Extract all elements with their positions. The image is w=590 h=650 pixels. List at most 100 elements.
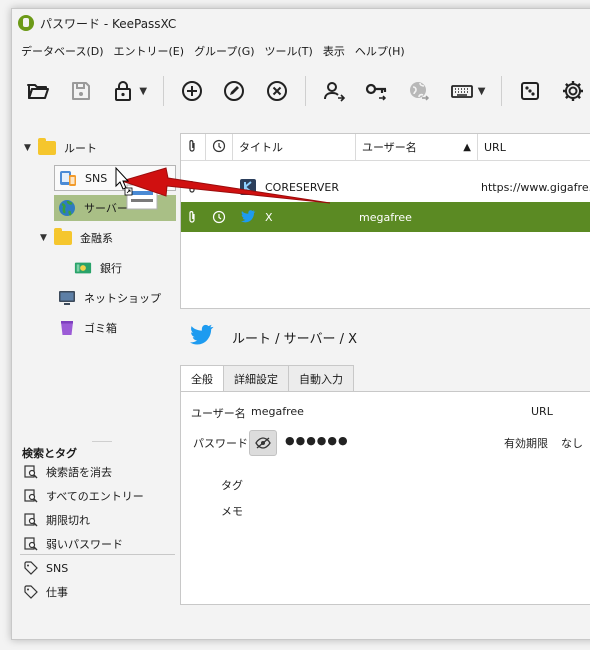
trash-icon [58,319,76,337]
url-label: URL [531,405,553,418]
delete-entry-button[interactable] [263,76,291,106]
username-value[interactable]: megafree [251,405,304,418]
toggle-password-visibility-button[interactable] [249,430,277,456]
tree-item-netshop[interactable]: ネットショップ [58,285,161,311]
delete-entry-icon [266,81,287,101]
column-header-expiry[interactable] [206,134,233,161]
search-item-label: 期限切れ [46,514,90,527]
search-all-entries-item[interactable]: すべてのエントリー [24,485,144,507]
column-header-attachment[interactable] [181,134,206,161]
column-header-label: ユーザー名 [362,141,417,154]
tags-label: タグ [221,479,243,492]
tab-autotype[interactable]: 自動入力 [288,365,354,391]
sort-ascending-icon: ▲ [463,141,471,153]
menubar: データベース(D) エントリー(E) グループ(G) ツール(T) 表示 ヘルプ… [12,39,590,63]
add-entry-button[interactable] [178,76,206,106]
tags-divider [20,554,175,555]
add-entry-icon [181,81,202,101]
menu-groups[interactable]: グループ(G) [189,43,259,59]
password-label: パスワード [193,437,248,450]
menu-view[interactable]: 表示 [318,43,350,59]
tree-item-sns[interactable]: SNS [54,165,176,191]
tag-icon [24,561,38,575]
copy-username-icon [324,82,346,102]
open-folder-icon [27,84,50,99]
titlebar: パスワード - KeePassXC [12,9,590,37]
toolbar-separator [305,76,307,106]
detail-tabs: 全般 詳細設定 自動入力 [180,365,354,391]
entry-title: CORESERVER [265,180,340,194]
banknote-icon [74,259,92,277]
entry-table: タイトル ユーザー名 ▲ URL CORESERVER https://www.… [180,133,590,309]
tree-item-label: ルート [64,142,97,155]
entry-url: https://www.gigafre... [481,180,590,194]
save-database-button[interactable] [66,76,94,106]
settings-button[interactable] [559,76,587,106]
expand-arrow-icon[interactable]: ▼ [40,233,54,243]
lock-database-button[interactable] [109,76,137,106]
password-generator-button[interactable] [516,76,544,106]
tree-item-label: 金融系 [80,232,113,245]
autotype-keyboard-icon [450,85,473,98]
toolbar-separator [501,76,503,106]
phone-tablet-icon [59,169,77,187]
copy-password-button[interactable] [362,76,390,106]
tree-item-label: 銀行 [100,262,122,275]
search-expired-item[interactable]: 期限切れ [24,509,90,531]
clock-icon [212,139,226,156]
copy-password-icon [365,83,386,101]
search-item-label: 検索語を消去 [46,466,112,479]
username-label: ユーザー名 [191,407,246,420]
toolbar-separator [162,76,164,106]
lock-icon [115,81,132,101]
entry-username: megafree [359,210,412,224]
coreserver-icon [239,172,257,202]
copy-username-button[interactable] [320,76,348,106]
column-header-url[interactable]: URL [478,134,590,161]
tag-icon [24,585,38,599]
folder-icon [38,138,56,155]
tree-item-root[interactable]: ▼ ルート [24,135,97,161]
tree-item-trash[interactable]: ゴミ箱 [58,315,117,341]
menu-help[interactable]: ヘルプ(H) [350,43,410,59]
menu-entries[interactable]: エントリー(E) [109,43,190,59]
edit-entry-button[interactable] [220,76,248,106]
open-url-button[interactable] [405,76,433,106]
tree-item-bank[interactable]: 銀行 [74,255,122,281]
keepassxc-window: パスワード - KeePassXC データベース(D) エントリー(E) グルー… [11,8,590,640]
search-weak-passwords-item[interactable]: 弱いパスワード [24,533,123,555]
column-header-username[interactable]: ユーザー名 ▲ [356,134,478,161]
group-tree: ▼ ルート SNS サーバー ▼ 金融系 銀行 ネットショップ ゴミ箱 [12,123,177,423]
folder-icon [54,228,72,245]
tree-item-server[interactable]: サーバー [54,195,176,221]
paperclip-icon [187,172,197,202]
lock-dropdown-caret-icon[interactable]: ▼ [139,86,148,97]
tag-item-sns[interactable]: SNS [24,557,68,579]
password-generator-icon [521,82,540,100]
menu-database[interactable]: データベース(D) [16,43,109,59]
tab-general[interactable]: 全般 [180,365,224,391]
password-value[interactable]: ●●●●●● [285,434,349,447]
autotype-button[interactable] [447,76,475,106]
entry-path: ルート / サーバー / X [232,331,358,347]
open-database-button[interactable] [24,76,52,106]
column-header-title[interactable]: タイトル [233,134,356,161]
tree-item-label: SNS [85,171,108,185]
panel-splitter[interactable] [92,441,112,442]
tag-item-label: 仕事 [46,586,68,599]
paperclip-icon [187,202,197,232]
tag-item-work[interactable]: 仕事 [24,581,68,603]
tab-advanced[interactable]: 詳細設定 [223,365,289,391]
table-row[interactable]: CORESERVER https://www.gigafre... [181,172,590,202]
table-row-selected[interactable]: X megafree [181,202,590,232]
saved-search-icon [24,537,38,551]
search-clear-item[interactable]: 検索語を消去 [24,461,112,483]
tree-item-finance[interactable]: ▼ 金融系 [40,225,113,251]
menu-tools[interactable]: ツール(T) [260,43,318,59]
autotype-dropdown-caret-icon[interactable]: ▼ [478,86,487,97]
clock-icon [212,202,226,232]
expiry-value: なし [561,437,583,450]
expand-arrow-icon[interactable]: ▼ [24,143,38,153]
entry-details: ルート / サーバー / X 全般 詳細設定 自動入力 ユーザー名 megafr… [180,309,590,609]
entry-title: X [265,210,273,224]
